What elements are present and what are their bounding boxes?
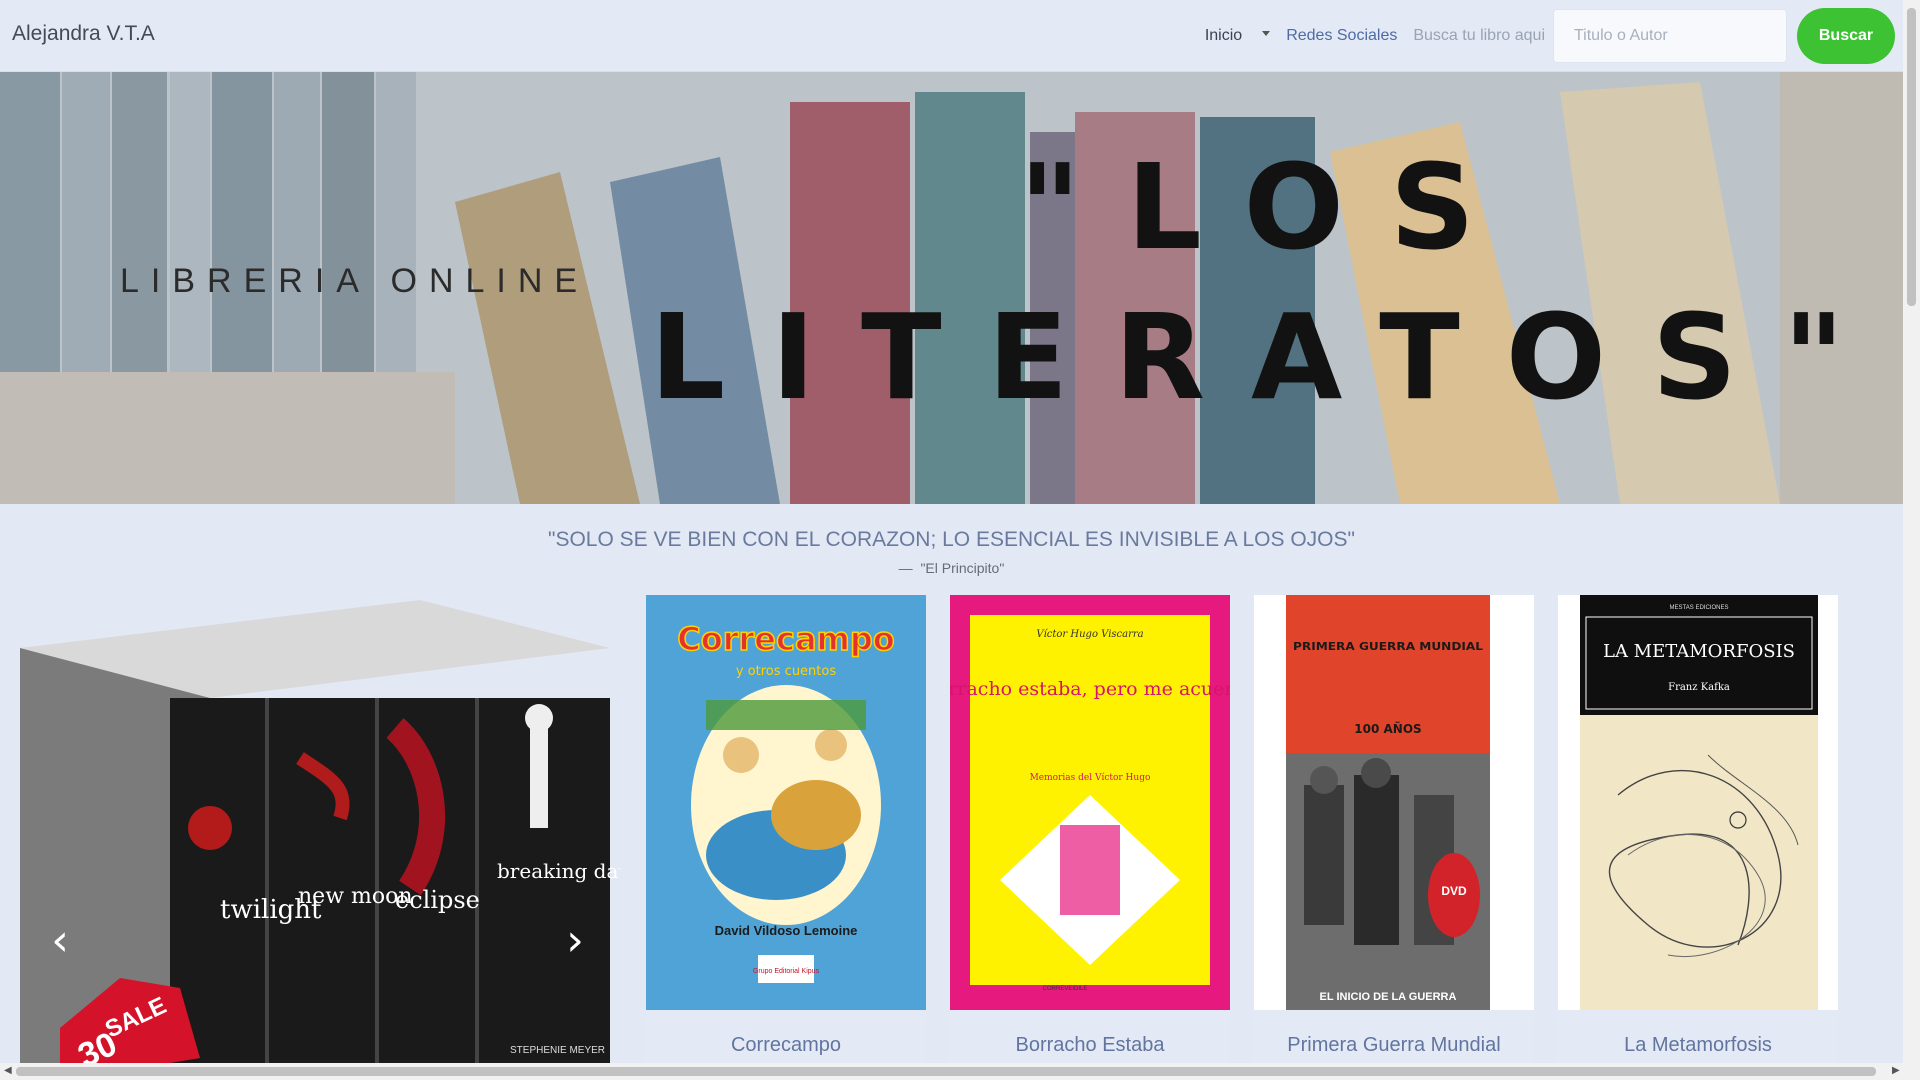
eclipse-title: eclipse bbox=[395, 886, 480, 914]
cover-publisher: MESTAS EDICIONES bbox=[1670, 605, 1729, 611]
cover-title: Correcampo bbox=[677, 620, 895, 658]
hero-banner: LIBRERIA ONLINE "LOS LITERATOS" bbox=[0, 72, 1903, 504]
cover-publisher: Grupo Editorial Kipus bbox=[753, 968, 820, 975]
vertical-scrollbar-thumb[interactable] bbox=[1907, 8, 1916, 306]
hero-subtitle: LIBRERIA ONLINE bbox=[120, 262, 590, 300]
cover-author: David Vildoso Lemoine bbox=[715, 923, 858, 938]
book-cover-image[interactable]: Correcampo y otros cuentos David Vildoso… bbox=[646, 595, 926, 1010]
book-title[interactable]: Borracho Estaba bbox=[950, 1010, 1230, 1063]
navbar: Alejandra V.T.A Inicio Redes Sociales Bu… bbox=[0, 0, 1903, 72]
search-hint-label: Busca tu libro aqui bbox=[1413, 27, 1545, 44]
hero-title: "LOS LITERATOS" bbox=[650, 138, 1891, 426]
cover-footer: EL INICIO DE LA GUERRA bbox=[1320, 991, 1457, 1003]
search-button[interactable]: Buscar bbox=[1797, 8, 1895, 64]
carousel-prev-button[interactable]: ‹ bbox=[40, 910, 80, 970]
book-card[interactable]: Víctor Hugo Viscarra Borracho estaba, pe… bbox=[950, 595, 1230, 1063]
page: Alejandra V.T.A Inicio Redes Sociales Bu… bbox=[0, 0, 1903, 1063]
horizontal-scrollbar-thumb[interactable] bbox=[16, 1067, 1876, 1076]
cover-subtitle: 100 AÑOS bbox=[1354, 721, 1421, 736]
nav-home-link[interactable]: Inicio bbox=[1205, 27, 1242, 45]
carousel-next-button[interactable]: › bbox=[555, 910, 595, 970]
vertical-scrollbar[interactable] bbox=[1903, 0, 1920, 1063]
cover-title: Borracho estaba, pero me acuerdo bbox=[950, 678, 1230, 700]
book-card[interactable]: PRIMERA GUERRA MUNDIAL 100 AÑOS DVD EL I… bbox=[1254, 595, 1534, 1063]
author-text: STEPHENIE MEYER bbox=[510, 1045, 605, 1056]
quote-text: "SOLO SE VE BIEN CON EL CORAZON; LO ESEN… bbox=[548, 528, 1355, 551]
nav-social-link[interactable]: Redes Sociales bbox=[1286, 27, 1397, 45]
book-title[interactable]: Correcampo bbox=[646, 1010, 926, 1063]
scroll-left-arrow-icon[interactable]: ◀ bbox=[4, 1065, 12, 1076]
cover-author: Franz Kafka bbox=[1668, 682, 1730, 693]
book-card[interactable]: MESTAS EDICIONES LA METAMORFOSIS Franz K… bbox=[1558, 595, 1838, 1063]
cover-publisher: CORREVEIDILE bbox=[1043, 986, 1088, 992]
search-input[interactable] bbox=[1553, 9, 1787, 63]
book-title[interactable]: La Metamorfosis bbox=[1558, 1010, 1838, 1063]
cover-author: Víctor Hugo Viscarra bbox=[1036, 629, 1143, 640]
cover-title: LA METAMORFOSIS bbox=[1603, 641, 1795, 662]
breakingdawn-title: breaking dawn bbox=[497, 859, 620, 883]
quote-dash: — bbox=[898, 560, 913, 576]
book-cover-image[interactable]: Víctor Hugo Viscarra Borracho estaba, pe… bbox=[950, 595, 1230, 1010]
horizontal-scrollbar[interactable]: ◀ ▶ bbox=[0, 1063, 1920, 1080]
book-title[interactable]: Primera Guerra Mundial bbox=[1254, 1010, 1534, 1063]
scroll-right-arrow-icon[interactable]: ▶ bbox=[1892, 1065, 1900, 1076]
quote-source-title: "El Principito" bbox=[920, 560, 1005, 576]
cover-title: PRIMERA GUERRA MUNDIAL bbox=[1293, 640, 1483, 653]
book-card[interactable]: Correcampo y otros cuentos David Vildoso… bbox=[646, 595, 926, 1063]
dropdown-caret-icon[interactable] bbox=[1262, 30, 1271, 36]
quote-source: — "El Principito" bbox=[0, 560, 1903, 576]
cover-subtitle: Memorias del Víctor Hugo bbox=[1030, 772, 1151, 783]
dvd-badge: DVD bbox=[1441, 884, 1467, 898]
brand-link[interactable]: Alejandra V.T.A bbox=[12, 22, 155, 46]
twilight-boxset-image: twilight new moon eclipse breaking dawn … bbox=[0, 588, 620, 1063]
cover-subtitle: y otros cuentos bbox=[736, 664, 836, 679]
book-cover-image[interactable]: MESTAS EDICIONES LA METAMORFOSIS Franz K… bbox=[1558, 595, 1838, 1010]
book-cover-image[interactable]: PRIMERA GUERRA MUNDIAL 100 AÑOS DVD EL I… bbox=[1254, 595, 1534, 1010]
featured-carousel[interactable]: twilight new moon eclipse breaking dawn … bbox=[0, 588, 620, 1063]
nav-menu: Inicio Redes Sociales Busca tu libro aqu… bbox=[1205, 8, 1895, 64]
